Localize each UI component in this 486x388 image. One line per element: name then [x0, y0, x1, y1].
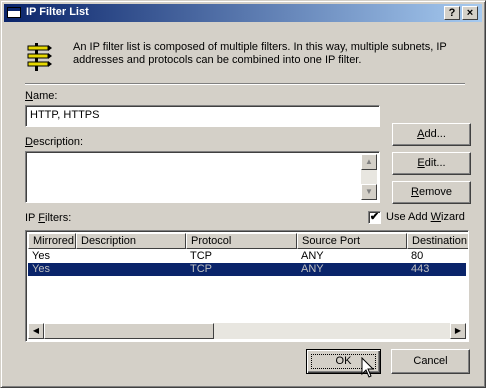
table-row-selected[interactable]: Yes TCP ANY 443	[28, 263, 466, 276]
filter-list-icon	[27, 43, 52, 71]
separator	[25, 83, 465, 85]
description-field[interactable]: ▲ ▼	[25, 151, 380, 203]
cell-source-port: ANY	[301, 250, 324, 262]
cell-destination: 443	[411, 263, 430, 275]
scroll-left-icon[interactable]: ◀	[28, 323, 44, 339]
description-scrollbar[interactable]: ▲ ▼	[361, 154, 377, 200]
ip-filters-list[interactable]: Mirrored Description Protocol Source Por…	[25, 230, 469, 342]
cell-destination: 80	[411, 250, 424, 262]
mouse-pointer-icon	[361, 357, 375, 378]
cell-mirrored: Yes	[32, 263, 50, 275]
list-horizontal-scrollbar[interactable]: ◀ ▶	[28, 323, 466, 339]
ip-filter-list-dialog: IP Filter List ? × An IP filter list is …	[0, 0, 486, 388]
table-row[interactable]: Yes TCP ANY 80	[28, 250, 466, 263]
window-title: IP Filter List	[26, 6, 89, 18]
list-header: Mirrored Description Protocol Source Por…	[28, 233, 468, 249]
scroll-right-icon[interactable]: ▶	[450, 323, 466, 339]
close-button[interactable]: ×	[462, 6, 478, 20]
name-label: Name:	[25, 90, 58, 102]
info-text: An IP filter list is composed of multipl…	[73, 41, 447, 66]
column-header-mirrored[interactable]: Mirrored	[28, 233, 76, 249]
ip-filters-label: IP Filters:	[25, 212, 72, 224]
window-icon	[7, 7, 21, 18]
edit-button[interactable]: Edit...	[392, 152, 471, 175]
column-header-destination[interactable]: Destination	[407, 233, 468, 249]
description-label: Description:	[25, 136, 84, 148]
column-header-description[interactable]: Description	[76, 233, 186, 249]
cell-source-port: ANY	[301, 263, 324, 275]
help-button[interactable]: ?	[444, 6, 460, 20]
scroll-down-icon[interactable]: ▼	[361, 184, 377, 200]
remove-button[interactable]: Remove	[392, 181, 471, 204]
cancel-button[interactable]: Cancel	[391, 349, 470, 374]
title-bar[interactable]: IP Filter List ? ×	[4, 4, 482, 22]
column-header-source-port[interactable]: Source Port	[297, 233, 407, 249]
add-button[interactable]: Add...	[392, 123, 471, 146]
cell-mirrored: Yes	[32, 250, 50, 262]
scroll-thumb[interactable]	[44, 323, 214, 339]
name-field[interactable]: HTTP, HTTPS	[25, 105, 380, 127]
use-add-wizard-label[interactable]: Use Add Wizard	[386, 211, 465, 223]
column-header-protocol[interactable]: Protocol	[186, 233, 297, 249]
cell-protocol: TCP	[190, 263, 212, 275]
use-add-wizard-checkbox[interactable]: ✔	[368, 211, 381, 224]
scroll-up-icon[interactable]: ▲	[361, 154, 377, 170]
cell-protocol: TCP	[190, 250, 212, 262]
